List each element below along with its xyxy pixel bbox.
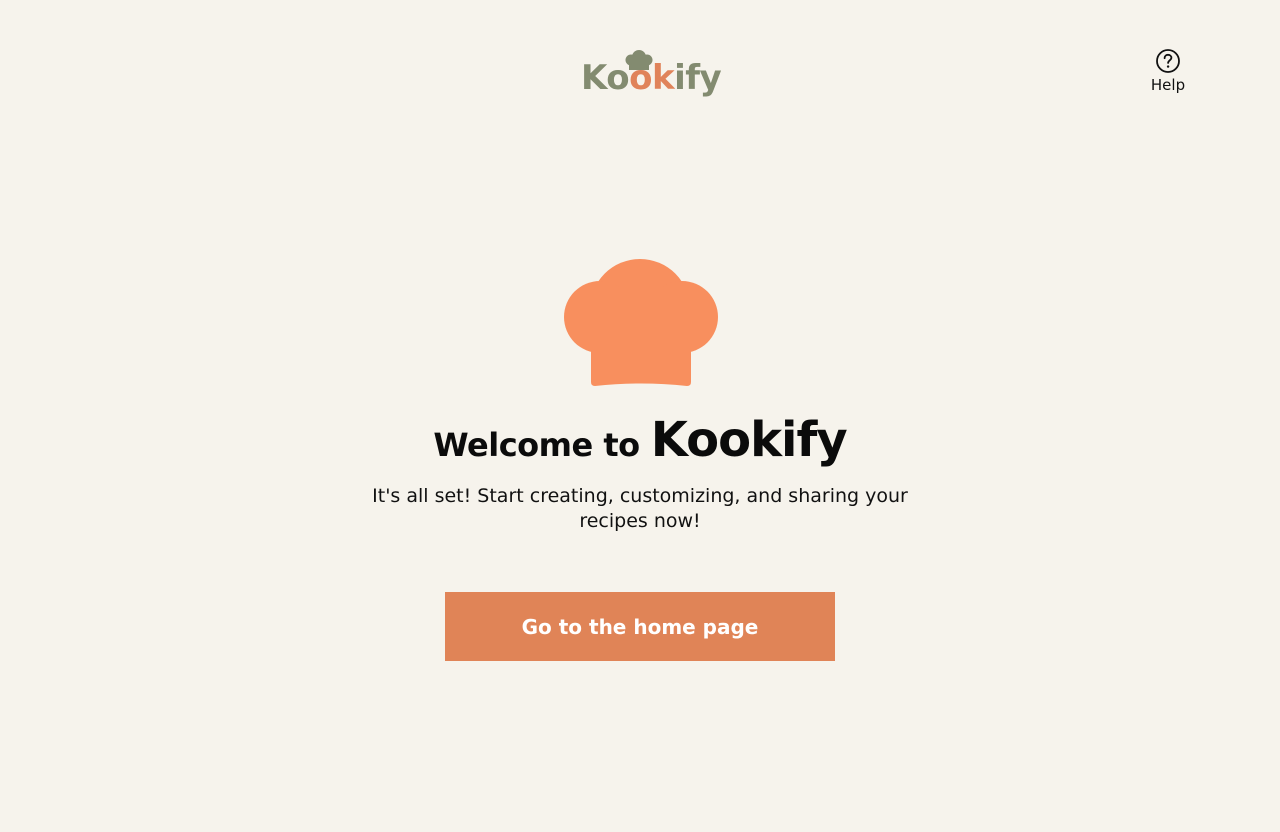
logo-text-part-3: ify [674, 58, 722, 98]
welcome-heading: Welcome to Kookify [340, 412, 940, 468]
logo-text-part-1: Ko [581, 58, 630, 98]
help-link[interactable]: Help [1140, 48, 1196, 100]
chef-hat-icon [564, 259, 718, 386]
logo-wordmark: Kookify [581, 58, 722, 98]
logo-text-part-2: ok [629, 58, 675, 98]
kookify-logo[interactable]: Kookify [580, 48, 722, 100]
app-header: Kookify Help [0, 0, 1280, 130]
question-circle-icon [1156, 49, 1180, 73]
go-home-button[interactable]: Go to the home page [445, 592, 835, 661]
welcome-prefix: Welcome to [433, 426, 640, 464]
welcome-brand: Kookify [650, 412, 848, 468]
help-label: Help [1150, 76, 1186, 94]
welcome-subtitle: It's all set! Start creating, customizin… [372, 485, 908, 532]
